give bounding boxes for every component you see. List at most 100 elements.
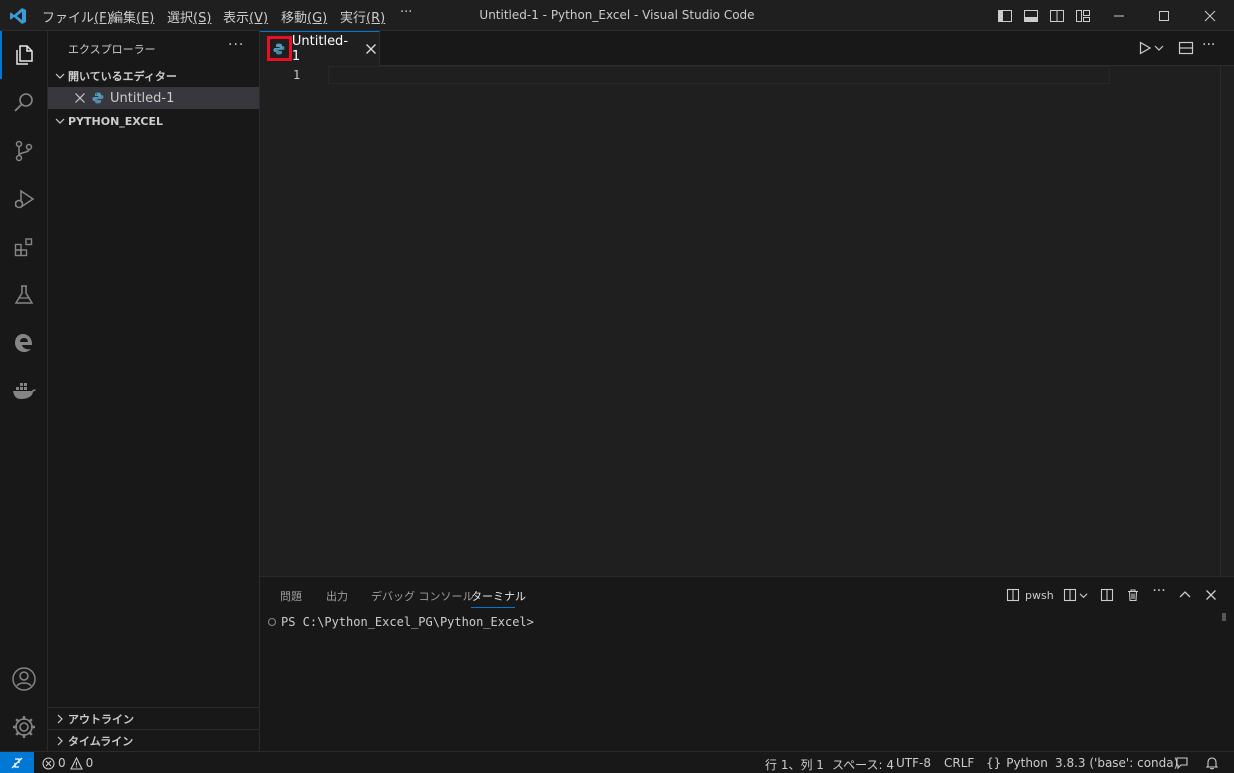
menu-edit[interactable]: 編集(E) <box>110 7 154 26</box>
docker-icon <box>13 383 36 399</box>
chevron-right-icon <box>52 733 68 749</box>
tab-terminal[interactable]: ターミナル <box>471 588 526 604</box>
customize-layout-icon[interactable] <box>1074 7 1092 25</box>
language-mode[interactable]: {} Python <box>986 756 1048 770</box>
remote-button[interactable] <box>0 752 34 773</box>
testing-button[interactable] <box>0 271 48 319</box>
open-editors-header[interactable]: 開いているエディター <box>48 65 259 87</box>
open-editor-item[interactable]: Untitled-1 <box>48 87 259 109</box>
python-file-icon <box>92 90 110 106</box>
tab-problems[interactable]: 問題 <box>280 588 302 604</box>
current-line-highlight <box>328 66 1110 84</box>
outline-header[interactable]: アウトライン <box>48 708 259 730</box>
timeline-header[interactable]: タイムライン <box>48 730 259 752</box>
remote-icon <box>11 757 23 769</box>
error-icon <box>42 756 55 770</box>
split-icon <box>1100 588 1114 602</box>
command-decoration-icon <box>268 618 276 626</box>
bottom-panel: 問題 出力 デバッグ コンソール ターミナル pwsh ··· PS C:\Py… <box>260 576 1234 751</box>
line-number: 1 <box>293 68 301 82</box>
close-panel-button[interactable] <box>1203 587 1219 603</box>
cursor-position[interactable]: 行 1、列 1 <box>765 756 824 773</box>
gear-icon <box>13 716 35 738</box>
split-terminal-icon <box>1063 588 1076 602</box>
run-debug-icon <box>14 189 35 209</box>
terminal-selector[interactable]: pwsh <box>1006 587 1054 603</box>
split-editor-button[interactable] <box>1178 40 1194 56</box>
explorer-more-button[interactable]: ··· <box>228 37 244 53</box>
split-terminal-button[interactable] <box>1099 587 1115 603</box>
explorer-title: エクスプローラー <box>68 43 156 56</box>
editor-area[interactable]: 1 <box>260 66 1234 576</box>
feedback-button[interactable] <box>1175 756 1189 770</box>
python-interpreter[interactable]: 3.8.3 ('base': conda) <box>1055 756 1178 770</box>
beaker-icon <box>14 285 34 304</box>
open-editor-filename: Untitled-1 <box>110 90 175 106</box>
outline-label: アウトライン <box>68 713 134 726</box>
tab-label: Untitled-1 <box>291 34 349 64</box>
menu-go[interactable]: 移動(G) <box>281 7 327 26</box>
encoding[interactable]: UTF-8 <box>896 756 931 770</box>
source-control-icon <box>15 140 33 162</box>
run-debug-button[interactable] <box>0 175 48 223</box>
maximize-button[interactable] <box>1141 0 1187 31</box>
toggle-secondary-sidebar-icon[interactable] <box>1048 7 1066 25</box>
menu-run[interactable]: 実行(R) <box>340 7 385 26</box>
active-tab-underline <box>471 607 515 608</box>
account-icon <box>12 667 36 691</box>
title-bar: ファイル(F) 編集(E) 選択(S) 表示(V) 移動(G) 実行(R) ··… <box>0 0 1234 31</box>
files-icon <box>16 45 33 65</box>
search-button[interactable] <box>0 79 48 127</box>
close-editor-icon[interactable] <box>74 90 92 106</box>
manage-button[interactable] <box>0 703 48 751</box>
panel-more-button[interactable]: ··· <box>1151 583 1167 599</box>
editor-more-actions-button[interactable]: ··· <box>1202 37 1215 53</box>
chevron-up-icon <box>1179 591 1191 598</box>
indentation[interactable]: スペース: 4 <box>832 756 894 773</box>
minimize-icon <box>1114 15 1124 16</box>
docker-button[interactable] <box>0 367 48 415</box>
end-of-line[interactable]: CRLF <box>944 756 974 770</box>
toggle-panel-icon[interactable] <box>1022 7 1040 25</box>
chevron-right-icon <box>52 711 68 727</box>
edge-devtools-button[interactable] <box>0 319 48 367</box>
terminal-scrollbar[interactable] <box>1222 613 1226 621</box>
close-window-button[interactable] <box>1187 0 1233 31</box>
close-icon <box>1206 590 1216 600</box>
explorer-sidebar: エクスプローラー ··· 開いているエディター Untitled-1 PYTHO… <box>48 31 260 751</box>
warning-count: 0 <box>85 756 94 770</box>
warning-icon <box>69 756 83 770</box>
menu-selection[interactable]: 選択(S) <box>167 7 211 26</box>
maximize-panel-button[interactable] <box>1177 587 1193 603</box>
accounts-button[interactable] <box>0 655 48 703</box>
tab-close-icon[interactable] <box>364 41 379 57</box>
editor-scrollbar[interactable] <box>1220 66 1221 576</box>
feedback-icon <box>1176 757 1188 770</box>
run-python-file-button[interactable] <box>1138 40 1168 56</box>
kill-terminal-button[interactable] <box>1125 587 1141 603</box>
extensions-button[interactable] <box>0 223 48 271</box>
problems-status[interactable]: 0 0 <box>42 756 93 770</box>
terminal-split-icon <box>1006 588 1020 602</box>
menu-file[interactable]: ファイル(F) <box>42 7 112 26</box>
close-icon <box>1204 10 1216 21</box>
terminal-output[interactable]: PS C:\Python_Excel_PG\Python_Excel> <box>268 615 534 629</box>
new-terminal-button[interactable] <box>1060 587 1090 603</box>
minimize-button[interactable] <box>1096 0 1142 31</box>
source-control-button[interactable] <box>0 127 48 175</box>
active-indicator <box>0 31 2 79</box>
folder-name: PYTHON_EXCEL <box>68 114 163 128</box>
bell-icon <box>1205 757 1219 770</box>
folder-header[interactable]: PYTHON_EXCEL <box>48 110 259 132</box>
tab-output[interactable]: 出力 <box>326 588 348 604</box>
error-count: 0 <box>58 756 66 770</box>
explorer-button[interactable] <box>0 31 48 79</box>
menu-view[interactable]: 表示(V) <box>223 7 268 26</box>
extensions-icon <box>14 238 33 257</box>
terminal-prompt: PS C:\Python_Excel_PG\Python_Excel> <box>281 615 534 629</box>
notifications-button[interactable] <box>1205 756 1219 770</box>
trash-icon <box>1128 589 1138 602</box>
tab-debug-console[interactable]: デバッグ コンソール <box>371 588 474 604</box>
toggle-primary-sidebar-icon[interactable] <box>996 7 1014 25</box>
menu-more[interactable]: ··· <box>400 5 412 20</box>
